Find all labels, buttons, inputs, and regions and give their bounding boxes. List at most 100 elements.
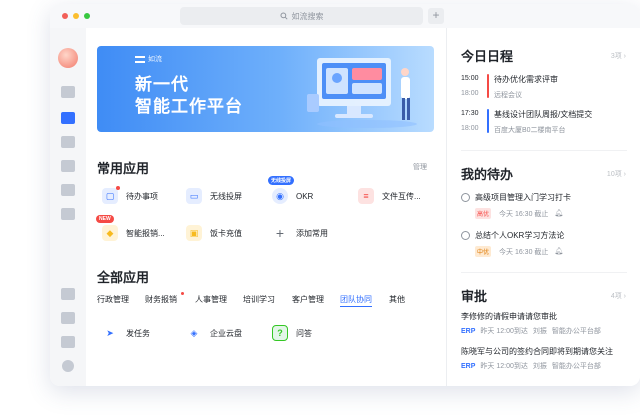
promo-banner[interactable]: 如流 新一代 智能工作平台 <box>97 46 434 132</box>
approvals-count: 4项 <box>610 293 622 300</box>
banner-headline-2: 智能工作平台 <box>135 97 243 116</box>
bell-icon[interactable]: 🔔︎ <box>554 247 563 257</box>
approval-person: 刘振 <box>532 363 547 370</box>
app-label: 智能报销... <box>126 228 165 238</box>
qa-icon: ? <box>272 325 288 341</box>
app-cloud-drive[interactable]: ◈ 企业云盘 <box>186 325 242 341</box>
minimize-window-button[interactable] <box>73 13 79 19</box>
window-controls <box>62 13 90 19</box>
more-icon[interactable] <box>62 360 74 372</box>
app-todo[interactable]: ▢ 待办事项 <box>102 186 158 204</box>
meal-card-icon: ▣ <box>186 225 202 241</box>
new-badge: NEW <box>96 215 114 223</box>
approval-time: 昨天 12:00到达 <box>480 328 528 335</box>
app-qa[interactable]: ? 问答 <box>272 325 312 341</box>
app-label: 无线投屏 <box>210 191 242 201</box>
new-tab-button[interactable]: + <box>428 8 444 24</box>
approval-source: ERP <box>461 327 476 335</box>
category-tab-customer[interactable]: 客户管理 <box>292 294 324 305</box>
app-meal-card[interactable]: ▣ 饭卡充值 <box>186 225 242 241</box>
files-icon[interactable] <box>61 336 75 348</box>
category-tab-team[interactable]: 团队协同 <box>340 294 372 307</box>
todos-title: 我的待办 <box>461 167 514 182</box>
app-send-task[interactable]: ➤ 发任务 <box>102 325 150 341</box>
todo-checkbox[interactable] <box>461 231 470 240</box>
app-label: 待办事项 <box>126 191 158 201</box>
approval-org: 智能办公平台部 <box>551 363 601 370</box>
cloud-drive-icon: ◈ <box>190 327 198 338</box>
send-task-icon: ➤ <box>106 327 114 338</box>
link-icon[interactable] <box>61 312 75 324</box>
todo-title[interactable]: 总结个人OKR学习方法论 <box>475 230 564 241</box>
approvals-more-link[interactable]: 4项 › <box>611 291 626 301</box>
contacts-icon[interactable] <box>61 208 75 220</box>
approval-title[interactable]: 陈晓军与公司的签约合同即将到期请您关注 <box>461 346 613 357</box>
app-reimburse[interactable]: ◆ NEW 智能报销... <box>96 215 165 241</box>
schedule-count: 3项 <box>610 53 622 60</box>
schedule-more-link[interactable]: 3项 › <box>611 51 626 61</box>
file-transfer-icon: ≡ <box>358 188 374 204</box>
banner-illustration <box>307 58 417 128</box>
search-placeholder: 如流搜索 <box>291 11 324 21</box>
reimburse-icon: ◆ NEW <box>96 215 118 241</box>
approval-person: 刘振 <box>532 328 547 335</box>
okr-icon: ◉ 无线投屏 <box>268 176 295 204</box>
todo-icon: ▢ <box>102 186 120 204</box>
event-location: 百度大厦B0二楼南平台 <box>494 127 566 134</box>
todo-checkbox[interactable] <box>461 193 470 202</box>
todo-due: 今天 16:30 截止 <box>499 211 549 218</box>
right-panel: 今日日程 3项 › 15:00 18:00 待办优化需求评审 远程会议 17:3… <box>446 28 640 386</box>
left-nav-rail <box>50 28 86 386</box>
approval-title[interactable]: 李修修的请假申请请您审批 <box>461 311 557 322</box>
search-input[interactable]: 如流搜索 <box>180 7 423 25</box>
app-label: 企业云盘 <box>210 328 242 338</box>
screen-cast-icon: ▭ <box>186 188 202 204</box>
video-meeting-icon[interactable] <box>61 160 75 172</box>
category-tab-training[interactable]: 培训学习 <box>243 294 275 305</box>
event-color-bar <box>487 109 489 133</box>
workbench-main: 如流 新一代 智能工作平台 常用应用 管理 ▢ 待办事项 ▭ 无线投屏 ◉ 无线… <box>86 28 446 386</box>
bell-icon[interactable]: 🔔︎ <box>554 209 563 219</box>
app-label: 添加常用 <box>296 228 328 238</box>
app-window: 如流搜索 + 如流 新一代 智能工作平台 常用应用 管理 ▢ 待办事项 ▭ 无线… <box>50 4 640 386</box>
add-common-app-button[interactable]: + 添加常用 <box>272 225 328 241</box>
approval-source: ERP <box>461 362 476 370</box>
app-label: 文件互传... <box>382 191 421 201</box>
event-title[interactable]: 待办优化需求评审 <box>494 74 558 85</box>
workbench-icon[interactable] <box>61 112 75 124</box>
avatar[interactable] <box>58 48 78 68</box>
app-label: OKR <box>296 191 314 201</box>
event-end-time: 18:00 <box>461 125 479 132</box>
event-start-time: 17:30 <box>461 110 479 117</box>
schedule-title: 今日日程 <box>461 49 514 64</box>
approvals-title: 审批 <box>461 289 488 304</box>
approval-meta: ERP 昨天 12:00到达 刘振 智能办公平台部 <box>461 326 601 336</box>
banner-logo-text: 如流 <box>148 56 162 63</box>
category-tab-hr[interactable]: 人事管理 <box>195 294 227 305</box>
todo-title[interactable]: 高级项目管理入门学习打卡 <box>475 192 571 203</box>
plus-icon: + <box>275 225 285 241</box>
app-screen-cast[interactable]: ▭ 无线投屏 <box>186 188 242 204</box>
category-tab-finance[interactable]: 财务报销 <box>145 294 177 305</box>
app-label: 发任务 <box>126 328 150 338</box>
category-tab-admin[interactable]: 行政管理 <box>97 294 129 305</box>
banner-logo: 如流 <box>135 54 162 64</box>
todo-meta: 今天 16:30 截止 🔔︎ <box>499 247 563 257</box>
event-title[interactable]: 基线设计团队周报/文档提交 <box>494 109 592 120</box>
messages-icon[interactable] <box>61 86 75 98</box>
app-tag: 无线投屏 <box>268 176 295 185</box>
app-file-transfer[interactable]: ≡ 文件互传... <box>358 188 421 204</box>
approval-meta: ERP 昨天 12:00到达 刘振 智能办公平台部 <box>461 361 601 371</box>
docs-icon[interactable] <box>61 136 75 148</box>
close-window-button[interactable] <box>62 13 68 19</box>
brand-icon <box>135 55 145 63</box>
app-okr[interactable]: ◉ 无线投屏 OKR <box>268 176 314 204</box>
notes-icon[interactable] <box>61 288 75 300</box>
maximize-window-button[interactable] <box>84 13 90 19</box>
todos-more-link[interactable]: 10项 › <box>607 169 626 179</box>
category-tab-other[interactable]: 其他 <box>389 294 405 305</box>
category-unread-dot <box>181 292 184 295</box>
manage-apps-link[interactable]: 管理 <box>413 162 427 172</box>
calendar-icon[interactable] <box>61 184 75 196</box>
divider <box>461 150 627 151</box>
